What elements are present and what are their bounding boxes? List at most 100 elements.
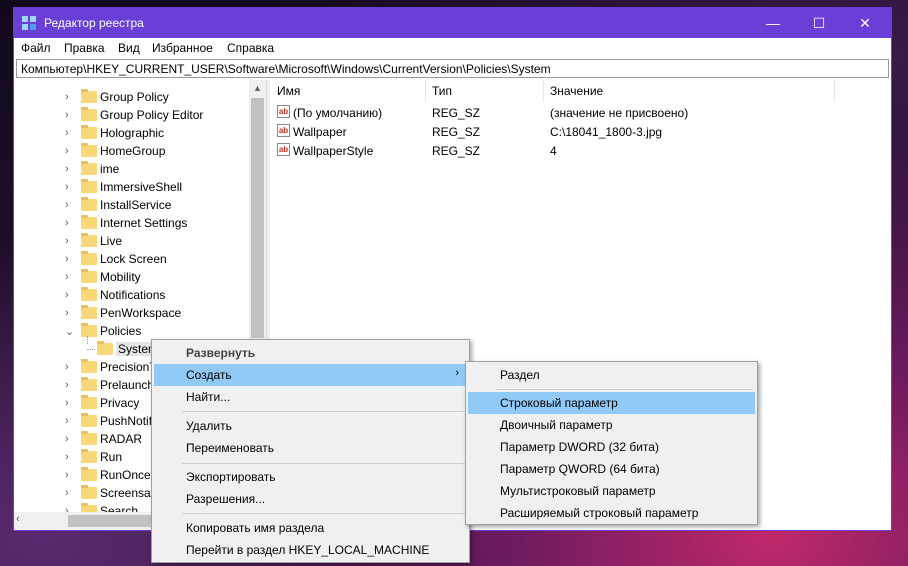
submenu-item-binary-value[interactable]: Двоичный параметр bbox=[468, 414, 755, 436]
tree-item[interactable]: › Group Policy Editor bbox=[14, 106, 254, 124]
folder-icon bbox=[81, 197, 97, 211]
value-name: (По умолчанию) bbox=[293, 106, 383, 120]
submenu-item-key[interactable]: Раздел bbox=[468, 364, 755, 386]
maximize-button[interactable]: ☐ bbox=[796, 8, 842, 38]
tree-item[interactable]: › InstallService bbox=[14, 196, 254, 214]
folder-icon bbox=[81, 467, 97, 481]
tree-item-label: Group Policy Editor bbox=[100, 108, 204, 122]
tree-hscroll-thumb[interactable] bbox=[68, 515, 158, 527]
chevron-down-icon[interactable]: ⌄ bbox=[65, 325, 74, 338]
menu-item-expand[interactable]: Развернуть bbox=[154, 342, 467, 364]
column-separator[interactable] bbox=[543, 80, 544, 102]
chevron-right-icon[interactable]: › bbox=[65, 469, 69, 481]
chevron-right-icon[interactable]: › bbox=[65, 505, 69, 512]
chevron-right-icon[interactable]: › bbox=[65, 127, 69, 139]
submenu-item-qword-value[interactable]: Параметр QWORD (64 бита) bbox=[468, 458, 755, 480]
maximize-icon: ☐ bbox=[812, 15, 826, 31]
chevron-right-icon[interactable]: › bbox=[65, 451, 69, 463]
chevron-right-icon[interactable]: › bbox=[65, 289, 69, 301]
value-row[interactable]: ab (По умолчанию) REG_SZ (значение не присв… bbox=[271, 103, 871, 122]
submenu-item-multi-string-value[interactable]: Мультистроковый параметр bbox=[468, 480, 755, 502]
chevron-right-icon[interactable]: › bbox=[65, 307, 69, 319]
menu-favorites[interactable]: Избранное bbox=[152, 41, 213, 55]
chevron-right-icon[interactable]: › bbox=[65, 199, 69, 211]
chevron-right-icon[interactable]: › bbox=[65, 271, 69, 283]
chevron-right-icon[interactable]: › bbox=[65, 91, 69, 103]
chevron-right-icon[interactable]: › bbox=[65, 379, 69, 391]
folder-icon bbox=[81, 125, 97, 139]
tree-item[interactable]: › Lock Screen bbox=[14, 250, 254, 268]
address-bar[interactable]: Компьютер\HKEY_CURRENT_USER\Software\Mic… bbox=[16, 59, 889, 78]
scroll-up-icon[interactable]: ▲ bbox=[249, 80, 266, 97]
minimize-button[interactable]: — bbox=[750, 8, 796, 38]
folder-icon bbox=[81, 287, 97, 301]
tree-item[interactable]: ⌄ Policies bbox=[14, 322, 254, 340]
menu-help[interactable]: Справка bbox=[227, 41, 274, 55]
chevron-right-icon[interactable]: › bbox=[65, 181, 69, 193]
folder-icon bbox=[81, 269, 97, 283]
menu-item-permissions[interactable]: Разрешения... bbox=[154, 488, 467, 510]
tree-item[interactable]: › Internet Settings bbox=[14, 214, 254, 232]
menu-item-rename[interactable]: Переименовать bbox=[154, 437, 467, 459]
menu-item-goto-hklm[interactable]: Перейти в раздел HKEY_LOCAL_MACHINE bbox=[154, 539, 467, 561]
menu-separator bbox=[182, 463, 465, 464]
window-title: Редактор реестра bbox=[44, 16, 144, 30]
chevron-right-icon[interactable]: › bbox=[65, 145, 69, 157]
submenu-item-string-value[interactable]: Строковый параметр bbox=[468, 392, 755, 414]
chevron-right-icon[interactable]: › bbox=[65, 433, 69, 445]
chevron-right-icon[interactable]: › bbox=[65, 217, 69, 229]
column-separator[interactable] bbox=[834, 80, 835, 102]
chevron-right-icon[interactable]: › bbox=[65, 109, 69, 121]
chevron-right-icon[interactable]: › bbox=[65, 415, 69, 427]
scroll-left-icon[interactable]: ‹ bbox=[16, 513, 20, 525]
value-name: WallpaperStyle bbox=[293, 144, 374, 158]
chevron-right-icon[interactable]: › bbox=[65, 397, 69, 409]
menu-item-create[interactable]: Создать › bbox=[154, 364, 467, 386]
chevron-right-icon[interactable]: › bbox=[65, 253, 69, 265]
tree-item[interactable]: › Group Policy bbox=[14, 88, 254, 106]
tree-item[interactable]: › PenWorkspace bbox=[14, 304, 254, 322]
tree-item[interactable]: › HomeGroup bbox=[14, 142, 254, 160]
folder-icon bbox=[81, 449, 97, 463]
column-separator[interactable] bbox=[425, 80, 426, 102]
menu-view[interactable]: Вид bbox=[118, 41, 140, 55]
menu-edit[interactable]: Правка bbox=[64, 41, 105, 55]
menu-item-find[interactable]: Найти... bbox=[154, 386, 467, 408]
tree-item-label: Screensav bbox=[100, 486, 157, 500]
folder-icon bbox=[81, 323, 97, 337]
value-row[interactable]: ab WallpaperStyle REG_SZ 4 bbox=[271, 141, 871, 160]
value-row[interactable]: ab Wallpaper REG_SZ C:\18041_1800-3.jpg bbox=[271, 122, 871, 141]
chevron-right-icon[interactable]: › bbox=[65, 487, 69, 499]
chevron-right-icon[interactable]: › bbox=[65, 235, 69, 247]
menu-file[interactable]: Файл bbox=[21, 41, 51, 55]
menu-separator bbox=[496, 389, 753, 390]
tree-scroll-thumb[interactable] bbox=[251, 98, 264, 338]
menu-item-copy-key-name[interactable]: Копировать имя раздела bbox=[154, 517, 467, 539]
menu-item-export[interactable]: Экспортировать bbox=[154, 466, 467, 488]
tree-item[interactable]: › Holographic bbox=[14, 124, 254, 142]
column-header-type[interactable]: Тип bbox=[432, 80, 452, 102]
title-bar[interactable]: Редактор реестра — ☐ ✕ bbox=[14, 8, 891, 38]
tree-item[interactable]: › ime bbox=[14, 160, 254, 178]
tree-item-label: PrecisionT bbox=[100, 360, 157, 374]
tree-item[interactable]: › Mobility bbox=[14, 268, 254, 286]
tree-guide-line bbox=[87, 336, 88, 344]
column-header-name[interactable]: Имя bbox=[277, 80, 300, 102]
chevron-right-icon[interactable]: › bbox=[65, 163, 69, 175]
submenu-item-expandable-string-value[interactable]: Расширяемый строковый параметр bbox=[468, 502, 755, 524]
submenu-item-dword-value[interactable]: Параметр DWORD (32 бита) bbox=[468, 436, 755, 458]
tree-item[interactable]: › ImmersiveShell bbox=[14, 178, 254, 196]
column-header-data[interactable]: Значение bbox=[550, 80, 603, 102]
tree-item[interactable]: › Notifications bbox=[14, 286, 254, 304]
folder-icon bbox=[81, 233, 97, 247]
folder-icon bbox=[81, 431, 97, 445]
close-button[interactable]: ✕ bbox=[842, 8, 888, 38]
folder-icon bbox=[81, 503, 97, 512]
chevron-right-icon[interactable]: › bbox=[65, 361, 69, 373]
create-submenu: Раздел Строковый параметр Двоичный парам… bbox=[465, 361, 758, 525]
tree-item[interactable]: › Live bbox=[14, 232, 254, 250]
string-value-icon: ab bbox=[277, 143, 290, 156]
folder-icon bbox=[97, 341, 113, 355]
minimize-icon: — bbox=[766, 15, 780, 31]
menu-item-delete[interactable]: Удалить bbox=[154, 415, 467, 437]
